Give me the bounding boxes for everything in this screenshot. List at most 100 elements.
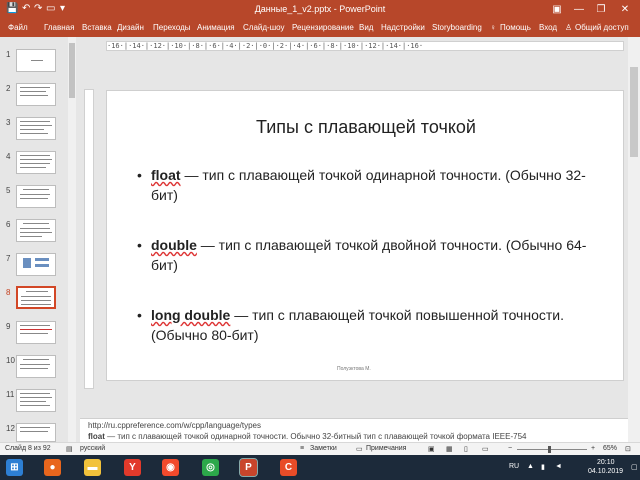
tab-storyboarding[interactable]: Storyboarding bbox=[432, 23, 482, 32]
tab-animation[interactable]: Анимация bbox=[197, 23, 235, 32]
zoom-slider-handle[interactable] bbox=[547, 446, 551, 453]
tab-review[interactable]: Рецензирование bbox=[292, 23, 354, 32]
taskbar: ⊞ ● ▬ Y ◉ ◎ P C RU ▲ ▮ ◄ 20:10 04.10.201… bbox=[0, 455, 640, 480]
bullet-description: — тип с плавающей точкой двойной точност… bbox=[151, 237, 587, 273]
fit-slide-icon[interactable]: ⊡ bbox=[625, 445, 631, 453]
slide-thumbnail-6[interactable] bbox=[16, 219, 56, 242]
slide-thumbnail-3[interactable] bbox=[16, 117, 56, 140]
slide-thumbnail-10[interactable] bbox=[16, 355, 56, 378]
thumb-number: 11 bbox=[6, 390, 15, 399]
tab-help[interactable]: Помощь bbox=[500, 23, 531, 32]
bullet-description: — тип с плавающей точкой одинарной точно… bbox=[151, 167, 586, 203]
thumb-number: 6 bbox=[6, 220, 11, 229]
tab-home[interactable]: Главная bbox=[44, 23, 74, 32]
thumb-number: 2 bbox=[6, 84, 11, 93]
clock-time[interactable]: 20:10 bbox=[597, 459, 615, 466]
bullet-text: long double — тип с плавающей точкой пов… bbox=[151, 305, 591, 345]
screencast-glyph: C bbox=[284, 462, 293, 473]
close-button[interactable]: ✕ bbox=[616, 2, 634, 18]
volume-icon[interactable]: ◄ bbox=[555, 463, 562, 470]
slide-sorter-icon[interactable]: ▦ bbox=[446, 445, 453, 453]
slide-thumbnail-5[interactable] bbox=[16, 185, 56, 208]
comments-button[interactable]: Примечания bbox=[366, 445, 406, 452]
notes-text: float — тип с плавающей точкой одинарной… bbox=[88, 432, 618, 441]
language-indicator[interactable]: русский bbox=[80, 445, 105, 452]
chrome-glyph: ◎ bbox=[206, 462, 215, 473]
title-bar: 💾 ↶ ↷ ▭ ▾ Данные_1_v2.pptx - PowerPoint … bbox=[0, 0, 640, 20]
sign-in-link[interactable]: Вход bbox=[539, 23, 557, 32]
thumb-number: 8 bbox=[6, 288, 11, 297]
minimize-button[interactable]: — bbox=[570, 2, 588, 18]
ribbon-tabs: Файл Главная Вставка Дизайн Переходы Ани… bbox=[0, 20, 640, 37]
current-slide[interactable]: Типы с плавающей точкой • float — тип с … bbox=[106, 90, 624, 381]
thumb-number: 10 bbox=[6, 356, 15, 365]
tab-addins[interactable]: Надстройки bbox=[381, 23, 425, 32]
spellcheck-icon[interactable]: ▤ bbox=[66, 445, 73, 453]
firefox-icon[interactable]: ● bbox=[44, 459, 61, 476]
tab-view[interactable]: Вид bbox=[359, 23, 373, 32]
notifications-icon[interactable]: ▢ bbox=[631, 463, 638, 471]
scrollbar-thumb[interactable] bbox=[69, 43, 75, 98]
share-button[interactable]: Общий доступ bbox=[575, 23, 629, 32]
normal-view-icon[interactable]: ▣ bbox=[428, 445, 435, 453]
yandex-icon[interactable]: Y bbox=[124, 459, 141, 476]
thumb-number: 4 bbox=[6, 152, 11, 161]
editing-area: ·16·|·14·|·12·|·10·|·8·|·6·|·4·|·2·|·0·|… bbox=[80, 37, 628, 417]
chrome-icon[interactable]: ◎ bbox=[202, 459, 219, 476]
thumb-number: 5 bbox=[6, 186, 11, 195]
slide-thumbnail-2[interactable] bbox=[16, 83, 56, 106]
window-title: Данные_1_v2.pptx - PowerPoint bbox=[254, 4, 386, 14]
restore-button[interactable]: ❐ bbox=[592, 2, 610, 18]
lightbulb-icon: ♀ bbox=[490, 23, 496, 32]
slide-thumbnail-11[interactable] bbox=[16, 389, 56, 412]
notes-description: — тип с плавающей точкой одинарной точно… bbox=[104, 432, 527, 441]
screencast-icon[interactable]: C bbox=[280, 459, 297, 476]
notes-button[interactable]: Заметки bbox=[310, 445, 337, 452]
bullet-dot: • bbox=[137, 237, 142, 253]
yandex-browser-icon[interactable]: ◉ bbox=[162, 459, 179, 476]
powerpoint-icon[interactable]: P bbox=[239, 458, 258, 477]
slide-thumbnail-7[interactable] bbox=[16, 253, 56, 276]
file-explorer-icon[interactable]: ▬ bbox=[84, 459, 101, 476]
yandex-glyph: Y bbox=[129, 462, 136, 473]
bullet-keyword: double bbox=[151, 237, 197, 253]
slide-thumbnail-1[interactable] bbox=[16, 49, 56, 72]
tab-slideshow[interactable]: Слайд-шоу bbox=[243, 23, 284, 32]
status-bar: Слайд 8 из 92 ▤ русский ≡ Заметки ▭ Прим… bbox=[0, 442, 640, 455]
file-explorer-glyph: ▬ bbox=[87, 462, 98, 473]
network-icon[interactable]: ▮ bbox=[541, 463, 545, 471]
slide-footer: Полуэктова М. bbox=[337, 366, 371, 372]
zoom-out-button[interactable]: − bbox=[508, 445, 512, 452]
windows-icon[interactable]: ⊞ bbox=[6, 459, 23, 476]
bullet-dot: • bbox=[137, 167, 142, 183]
slide-thumbnail-12[interactable] bbox=[16, 423, 56, 442]
firefox-glyph: ● bbox=[49, 462, 56, 473]
tray-arrow-icon[interactable]: ▲ bbox=[527, 463, 534, 470]
thumbnails-scrollbar[interactable] bbox=[68, 37, 76, 442]
system-tray: RU ▲ ▮ ◄ 20:10 04.10.2019 ▢ bbox=[505, 455, 640, 480]
bullet-keyword: float bbox=[151, 167, 181, 183]
zoom-in-button[interactable]: + bbox=[591, 445, 595, 452]
reading-view-icon[interactable]: ▯ bbox=[464, 445, 468, 453]
notes-keyword: float bbox=[88, 432, 105, 441]
slide-thumbnail-9[interactable] bbox=[16, 321, 56, 344]
ribbon-display-icon[interactable]: ▣ bbox=[548, 2, 566, 18]
tab-design[interactable]: Дизайн bbox=[117, 23, 144, 32]
slide-thumbnails-pane: 1 2 3 4 5 6 7 8 9 10 11 12 bbox=[0, 37, 78, 442]
slideshow-icon[interactable]: ▭ bbox=[482, 445, 489, 453]
clock-date[interactable]: 04.10.2019 bbox=[588, 468, 623, 475]
slide-thumbnail-4[interactable] bbox=[16, 151, 56, 174]
notes-pane[interactable]: http://ru.cppreference.com/w/cpp/languag… bbox=[80, 418, 628, 442]
zoom-level[interactable]: 65% bbox=[603, 445, 617, 452]
slide-title[interactable]: Типы с плавающей точкой bbox=[107, 117, 625, 138]
tab-insert[interactable]: Вставка bbox=[82, 23, 112, 32]
scrollbar-thumb[interactable] bbox=[630, 67, 638, 157]
tab-transitions[interactable]: Переходы bbox=[153, 23, 191, 32]
powerpoint-glyph: P bbox=[245, 462, 252, 473]
editor-scrollbar[interactable] bbox=[628, 37, 640, 442]
tab-file[interactable]: Файл bbox=[8, 23, 28, 32]
zoom-slider[interactable] bbox=[517, 449, 587, 450]
thumb-number: 7 bbox=[6, 254, 11, 263]
input-language[interactable]: RU bbox=[509, 463, 519, 470]
slide-thumbnail-8[interactable] bbox=[16, 286, 56, 309]
